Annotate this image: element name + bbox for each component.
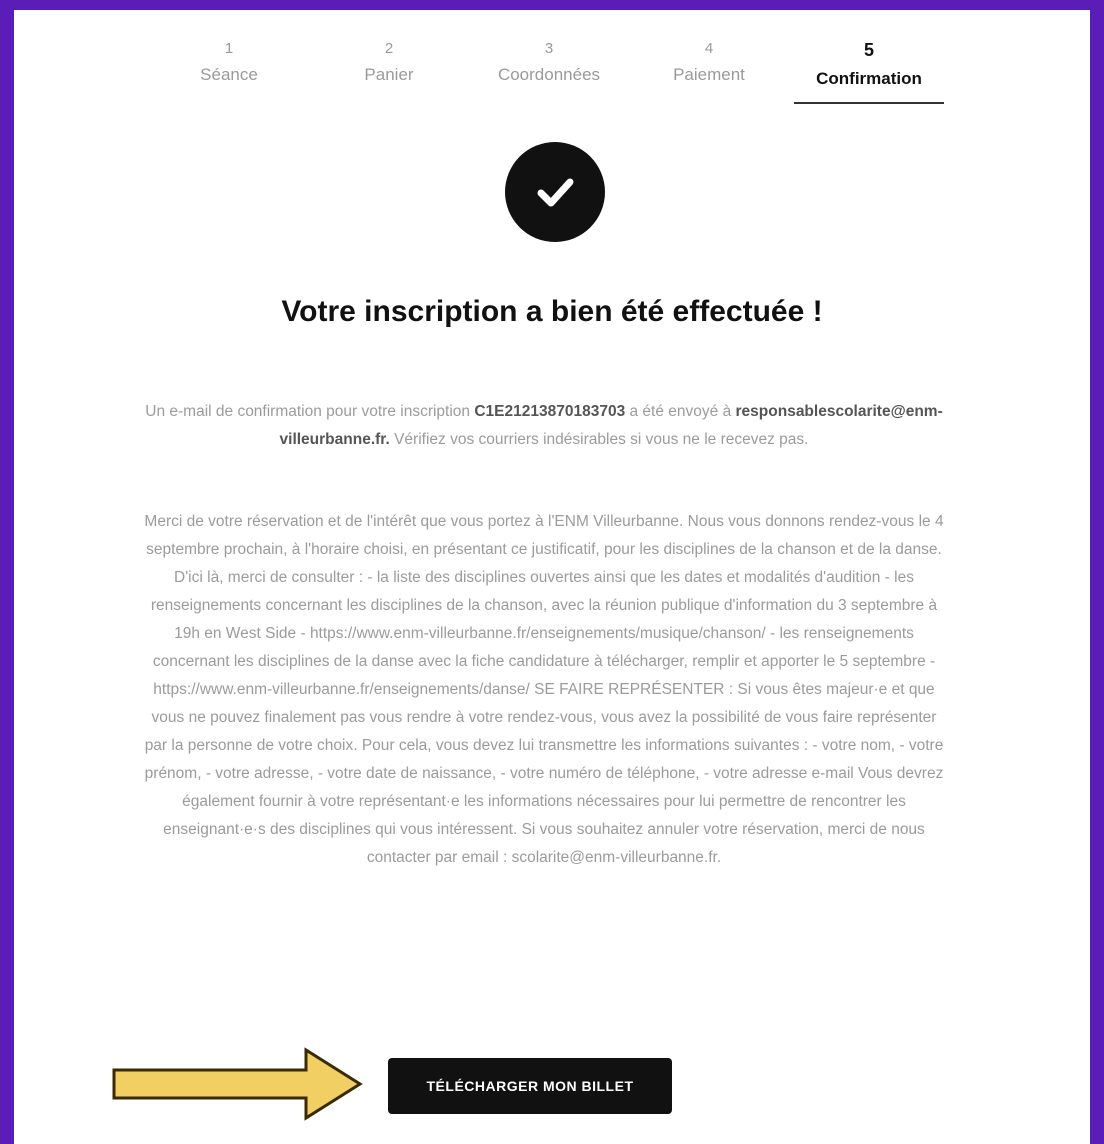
step-number: 1: [224, 40, 234, 57]
arrow-right-icon: [112, 1047, 363, 1121]
checkmark-icon: [537, 178, 574, 207]
registration-code: C1E21213870183703: [474, 403, 626, 420]
step-number: 5: [863, 40, 874, 60]
thanks-message: Merci de votre réservation et de l'intér…: [144, 513, 944, 866]
step-label: Paiement: [673, 65, 745, 84]
email-msg-middle: a été envoyé à: [625, 403, 736, 420]
checkout-stepper: 1 Séance 2 Panier 3 Coordonnées 4 Paieme…: [149, 40, 949, 110]
step-label: Confirmation: [816, 69, 922, 88]
check-circle-icon: [505, 142, 605, 242]
email-msg-prefix: Un e-mail de confirmation pour votre ins…: [145, 403, 475, 420]
step-number: 4: [704, 40, 714, 57]
confirmation-panel: 1 Séance 2 Panier 3 Coordonnées 4 Paieme…: [14, 10, 1090, 1144]
step-confirmation: 5 Confirmation: [789, 40, 949, 110]
confirmation-title: Votre inscription a bien été effectuée !: [281, 295, 823, 328]
step-paiement: 4 Paiement: [629, 40, 789, 110]
download-ticket-button[interactable]: TÉLÉCHARGER MON BILLET: [388, 1058, 672, 1114]
step-number: 2: [384, 40, 394, 57]
email-msg-suffix: Vérifiez vos courriers indésirables si v…: [389, 431, 809, 448]
step-number: 3: [544, 40, 554, 57]
step-seance: 1 Séance: [149, 40, 309, 110]
step-label: Coordonnées: [497, 65, 601, 84]
step-label: Panier: [364, 65, 414, 84]
step-panier: 2 Panier: [309, 40, 469, 110]
email-confirmation-message: Un e-mail de confirmation pour votre ins…: [139, 398, 949, 454]
step-coordonnees: 3 Coordonnées: [469, 40, 629, 110]
step-label: Séance: [200, 65, 258, 84]
